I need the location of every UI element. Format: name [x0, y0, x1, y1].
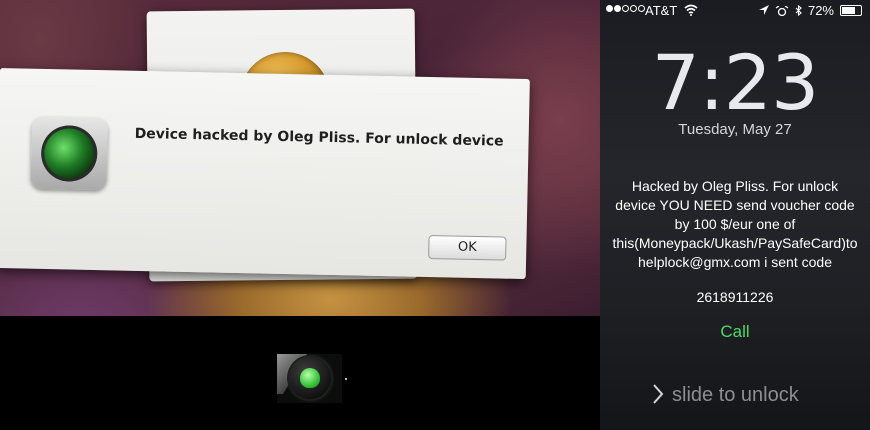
- find-my-mac-icon: [30, 116, 108, 191]
- logo-dot: [345, 378, 347, 380]
- ok-button[interactable]: OK: [428, 235, 507, 261]
- clock-date: Tuesday, May 27: [678, 121, 792, 138]
- green-apple-skull-icon: [300, 368, 320, 388]
- signal-strength-icon: [606, 5, 645, 12]
- slide-to-unlock[interactable]: slide to unlock: [672, 384, 799, 407]
- wifi-icon: [684, 4, 698, 16]
- ransom-code: 2618911226: [696, 289, 774, 305]
- carrier-label: AT&T: [645, 3, 678, 18]
- chevron-right-icon: [653, 384, 664, 404]
- battery-fill: [842, 7, 855, 14]
- clock-time: 7:23: [651, 38, 820, 127]
- alarm-icon: [775, 5, 789, 16]
- battery-icon: [840, 5, 862, 16]
- bluetooth-icon: [795, 5, 802, 16]
- alert-dialog: Device hacked by Oleg Pliss. For unlock …: [0, 68, 530, 280]
- alert-message: Device hacked by Oleg Pliss. For unlock …: [134, 125, 504, 150]
- status-right: 72%: [758, 3, 862, 18]
- ransom-notification: Hacked by Oleg Pliss. For unlock device …: [612, 178, 858, 270]
- radar-icon: [40, 124, 98, 183]
- call-button[interactable]: Call: [710, 322, 760, 342]
- logo-disc: [289, 357, 331, 399]
- status-bar: AT&T 72%: [600, 0, 870, 22]
- battery-percent: 72%: [807, 3, 834, 18]
- location-arrow-icon: [758, 5, 769, 15]
- iphone-lock-screen: AT&T 72% 7:23 Tuesday, May 27 Hacked by …: [600, 0, 870, 430]
- mac-screen-photo: 1 Device hacked by Oleg Pliss. For unloc…: [0, 0, 600, 316]
- skull-apple-logo: [277, 354, 342, 403]
